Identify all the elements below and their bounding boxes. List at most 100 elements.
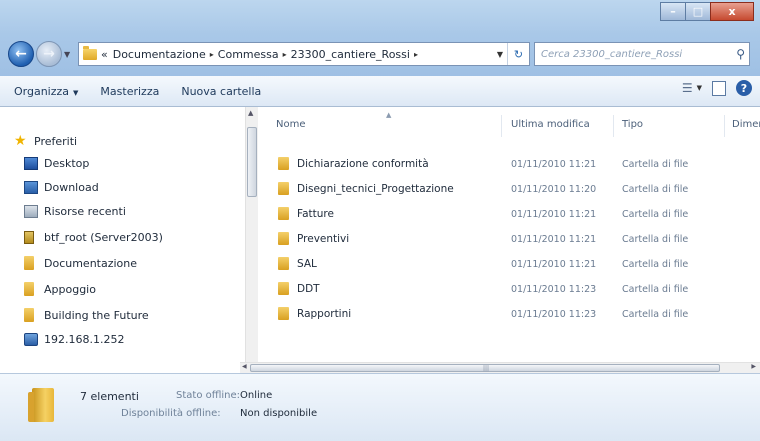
window-title-bar: – □ x ← → ▼ « Documentazione ▸ Commessa … (0, 0, 760, 76)
forward-button[interactable]: → (36, 41, 62, 67)
breadcrumb-separator[interactable]: ▸ (210, 50, 214, 59)
file-modified: 01/11/2010 11:21 (511, 234, 597, 245)
nav-item-desktop[interactable]: Desktop (24, 153, 89, 173)
file-modified: 01/11/2010 11:20 (511, 184, 597, 195)
nav-item-btf-root[interactable]: btf_root (Server2003) (24, 227, 163, 247)
breadcrumb-separator[interactable]: ▸ (283, 50, 287, 59)
burn-button[interactable]: Masterizza (100, 85, 159, 98)
nav-item-favorites[interactable]: ★ Preferiti (14, 131, 77, 151)
table-row[interactable]: Rapportini 01/11/2010 11:23 Cartella di … (268, 303, 758, 327)
recent-pages-dropdown[interactable]: ▼ (64, 50, 74, 59)
network-drive-icon (24, 230, 34, 244)
search-icon[interactable]: ⚲ (736, 47, 745, 61)
breadcrumb-overflow[interactable]: « (101, 48, 108, 61)
file-list: ▲ Nome Ultima modifica Tipo Dimer Dichia… (258, 107, 760, 362)
nav-item-appoggio[interactable]: Appoggio (24, 279, 96, 299)
breadcrumb-separator[interactable]: ▸ (414, 50, 418, 59)
view-options-dropdown[interactable]: ▼ (697, 84, 702, 92)
scrollbar-thumb[interactable]: ||| (250, 364, 720, 372)
folder-icon (83, 45, 97, 60)
file-type: Cartella di file (622, 309, 689, 320)
column-divider[interactable] (501, 115, 502, 137)
scroll-up-icon[interactable]: ▲ (248, 109, 253, 117)
breadcrumb-current-folder[interactable]: 23300_cantiere_Rossi (291, 48, 410, 61)
nav-item-building-the-future[interactable]: Building the Future (24, 305, 149, 325)
nav-item-documentazione[interactable]: Documentazione (24, 253, 137, 273)
nav-item-recent-places[interactable]: Risorse recenti (24, 201, 126, 221)
grip-icon: ||| (483, 365, 490, 372)
maximize-button[interactable]: □ (685, 2, 711, 21)
table-row[interactable]: SAL 01/11/2010 11:21 Cartella di file (268, 253, 758, 277)
file-name-label: Rapportini (297, 307, 352, 320)
table-row[interactable]: Fatture 01/11/2010 11:21 Cartella di fil… (268, 203, 758, 227)
change-view-button[interactable]: ☰ (682, 81, 693, 95)
folder-icon (278, 182, 289, 195)
nav-item-label: 192.168.1.252 (44, 332, 125, 346)
scroll-right-icon[interactable]: ▶ (751, 363, 756, 370)
folder-icon (28, 388, 54, 422)
nav-item-label: Appoggio (44, 282, 96, 296)
preview-pane-button[interactable] (712, 80, 726, 96)
column-divider[interactable] (613, 115, 614, 137)
help-button[interactable]: ? (736, 80, 752, 96)
folder-icon (278, 282, 289, 295)
table-row[interactable]: DDT 01/11/2010 11:23 Cartella di file (268, 278, 758, 302)
address-bar[interactable]: « Documentazione ▸ Commessa ▸ 23300_cant… (78, 42, 530, 66)
refresh-button[interactable]: ↻ (507, 43, 529, 65)
view-controls: ☰ ▼ ? (682, 80, 752, 96)
nav-item-label: Desktop (44, 156, 90, 170)
file-type: Cartella di file (622, 234, 689, 245)
offline-availability-label: Disponibilità offline: (121, 408, 221, 419)
back-arrow-icon: ← (15, 46, 27, 62)
column-header-name[interactable]: Nome (276, 119, 306, 130)
file-name: DDT (278, 282, 320, 295)
back-button[interactable]: ← (8, 41, 34, 67)
column-header-modified[interactable]: Ultima modifica (511, 119, 590, 130)
nav-pane-scrollbar[interactable]: ▲ (245, 107, 258, 362)
scrollbar-thumb[interactable] (247, 127, 257, 197)
file-modified: 01/11/2010 11:21 (511, 159, 597, 170)
offline-status-value: Online (240, 390, 273, 401)
folder-icon (278, 307, 289, 320)
file-name: SAL (278, 257, 317, 270)
table-row[interactable]: Dichiarazione conformità 01/11/2010 11:2… (268, 153, 758, 177)
table-row[interactable]: Disegni_tecnici_Progettazione 01/11/2010… (268, 178, 758, 202)
nav-item-download[interactable]: Download (24, 177, 99, 197)
file-name: Dichiarazione conformità (278, 157, 429, 170)
search-input[interactable]: Cerca 23300_cantiere_Rossi ⚲ (534, 42, 750, 66)
breadcrumb-documentazione[interactable]: Documentazione (113, 48, 206, 61)
column-header-type[interactable]: Tipo (622, 119, 643, 130)
nav-item-network-192-168-1-252[interactable]: 192.168.1.252 (24, 329, 124, 349)
organize-label: Organizza (14, 84, 70, 98)
network-icon (24, 332, 38, 346)
minimize-button[interactable]: – (660, 2, 686, 21)
file-type: Cartella di file (622, 209, 689, 220)
chevron-down-icon: ▼ (73, 88, 79, 97)
star-icon: ★ (14, 133, 27, 149)
address-history-dropdown[interactable]: ▼ (493, 50, 507, 59)
command-bar: Organizza ▼ Masterizza Nuova cartella ☰ ▼… (0, 76, 760, 107)
folder-icon (278, 157, 289, 170)
organize-button[interactable]: Organizza ▼ (14, 85, 78, 98)
file-modified: 01/11/2010 11:21 (511, 259, 597, 270)
folder-icon (278, 257, 289, 270)
address-bar-controls: ▼ ↻ (493, 43, 529, 65)
file-name-label: Disegni_tecnici_Progettazione (297, 182, 454, 195)
folder-icon (278, 232, 289, 245)
desktop-icon (24, 156, 38, 170)
nav-item-label: Download (44, 180, 99, 194)
column-header-size[interactable]: Dimer (732, 119, 760, 130)
file-name-label: DDT (297, 282, 320, 295)
navigation-row: ← → ▼ « Documentazione ▸ Commessa ▸ 2330… (8, 40, 754, 68)
close-button[interactable]: x (710, 2, 754, 21)
table-row[interactable]: Preventivi 01/11/2010 11:21 Cartella di … (268, 228, 758, 252)
folder-icon (278, 207, 289, 220)
item-count: 7 elementi (80, 390, 139, 403)
breadcrumb-commessa[interactable]: Commessa (218, 48, 279, 61)
new-folder-button[interactable]: Nuova cartella (181, 85, 261, 98)
scroll-left-icon[interactable]: ◀ (242, 363, 247, 370)
horizontal-scrollbar[interactable]: ◀ ||| ▶ (240, 362, 760, 373)
caption-buttons: – □ x (660, 2, 754, 22)
nav-item-label: btf_root (Server2003) (44, 230, 163, 244)
column-divider[interactable] (724, 115, 725, 137)
